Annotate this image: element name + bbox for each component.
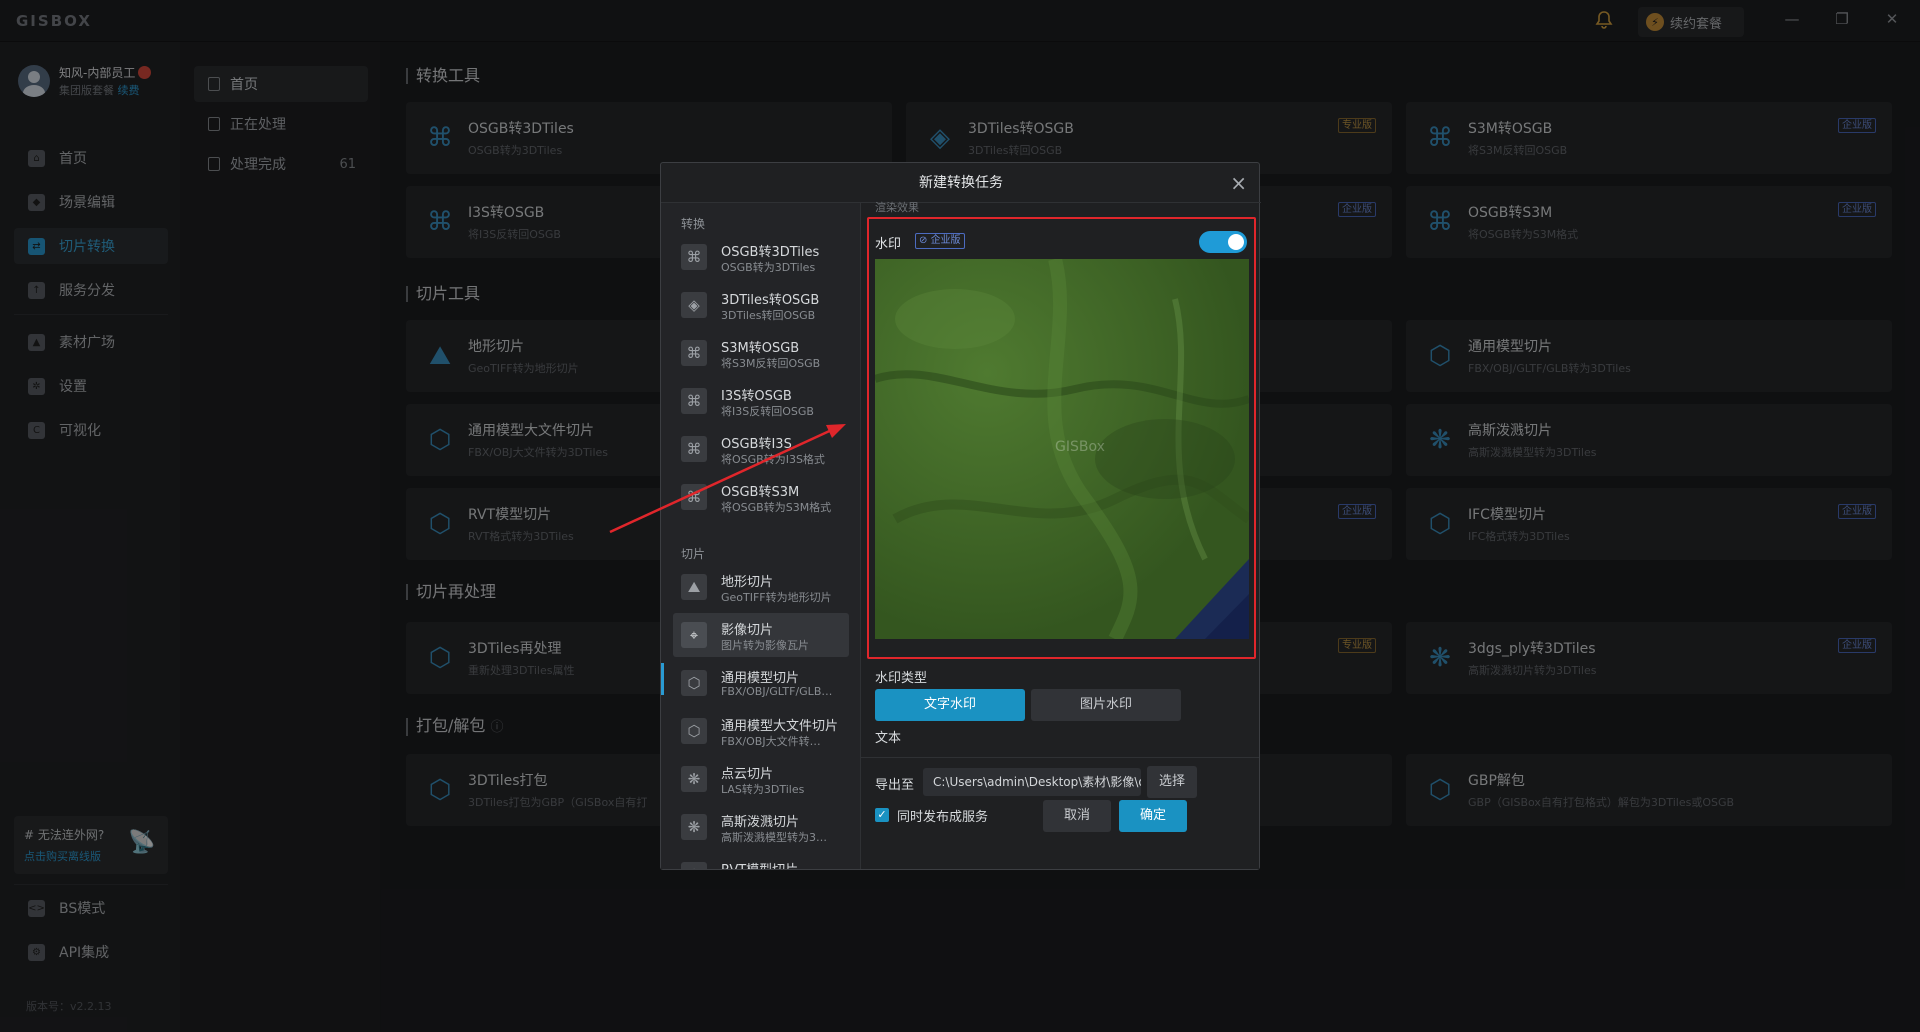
list-item-title: I3S转OSGB (721, 389, 792, 404)
list-item-sub: 将OSGB转为I3S格式 (721, 453, 825, 466)
cancel-button[interactable]: 取消 (1043, 800, 1111, 832)
new-task-dialog: 新建转换任务 × 转换 ⌘ OSGB转3DTiles OSGB转为3DTiles ◈… (660, 162, 1261, 870)
box-icon: ⬡ (681, 862, 707, 869)
list-item-title: 高斯泼溅切片 (721, 815, 800, 830)
list-item[interactable]: ⌘ I3S转OSGB 将I3S反转回OSGB (673, 379, 849, 423)
watermark-preview-image: GISBox (875, 259, 1249, 639)
watermark-label: 水印 (875, 237, 902, 252)
list-item-sub: 图片转为影像瓦片 (721, 639, 809, 652)
list-item[interactable]: ⌘ OSGB转3DTiles OSGB转为3DTiles (673, 235, 849, 279)
list-item[interactable]: ⬡ RVT模型切片 (673, 853, 849, 869)
list-item-title: 点云切片 (721, 767, 774, 782)
list-item[interactable]: ❋ 点云切片 LAS转为3DTiles (673, 757, 849, 801)
export-footer: 导出至 C:\Users\admin\Desktop\素材\影像\out… 选择… (861, 757, 1259, 869)
list-item-title: 影像切片 (721, 623, 774, 638)
group-label-slice: 切片 (681, 547, 706, 561)
dialog-title: 新建转换任务 (661, 163, 1261, 203)
text-field-label: 文本 (875, 731, 902, 746)
list-item-sub: OSGB转为3DTiles (721, 261, 816, 274)
confirm-button[interactable]: 确定 (1119, 800, 1187, 832)
satellite-icon: ⌖ (681, 622, 707, 648)
point-cloud-icon: ❋ (681, 766, 707, 792)
enterprise-badge: ⊘ 企业版 (915, 233, 965, 249)
list-item-title: 3DTiles转OSGB (721, 293, 820, 308)
list-item[interactable]: ⌘ S3M转OSGB 将S3M反转回OSGB (673, 331, 849, 375)
list-item-sub: GeoTIFF转为地形切片 (721, 591, 832, 604)
list-item[interactable]: ⬡ 通用模型切片 FBX/OBJ/GLTF/GLB… (673, 661, 849, 705)
list-item-title: OSGB转I3S (721, 437, 792, 452)
list-item-sub: 高斯泼溅模型转为3… (721, 831, 827, 844)
list-item[interactable]: ⌘ OSGB转S3M 将OSGB转为S3M格式 (673, 475, 849, 519)
terrain-icon: ⛰ (681, 574, 707, 600)
export-label: 导出至 (875, 778, 915, 793)
select-path-button[interactable]: 选择 (1147, 766, 1197, 798)
list-item[interactable]: ⬡ 通用模型大文件切片 FBX/OBJ大文件转… (673, 709, 849, 753)
render-label: 渲染效果 (875, 201, 919, 214)
task-type-list: 转换 ⌘ OSGB转3DTiles OSGB转为3DTiles ◈ 3DTiles转O… (661, 203, 861, 869)
list-item-sub: FBX/OBJ/GLTF/GLB… (721, 685, 833, 698)
list-item-sub: 将OSGB转为S3M格式 (721, 501, 832, 514)
list-item-title: RVT模型切片 (721, 859, 798, 869)
wm-type-label: 水印类型 (875, 671, 928, 686)
text-watermark-button[interactable]: 文字水印 (875, 689, 1025, 721)
list-item-title: OSGB转3DTiles (721, 245, 820, 260)
list-item-title: S3M转OSGB (721, 341, 800, 356)
list-item[interactable]: ◈ 3DTiles转OSGB 3DTiles转回OSGB (673, 283, 849, 327)
list-item-sub: FBX/OBJ大文件转… (721, 735, 821, 748)
list-item[interactable]: ❋ 高斯泼溅切片 高斯泼溅模型转为3… (673, 805, 849, 849)
list-item-title: 通用模型大文件切片 (721, 719, 839, 734)
image-watermark-button[interactable]: 图片水印 (1031, 689, 1181, 721)
box-icon: ⬡ (681, 718, 707, 744)
list-item[interactable]: ⛰ 地形切片 GeoTIFF转为地形切片 (673, 565, 849, 609)
group-label-convert: 转换 (681, 217, 706, 231)
convert-tool-icon: ⌘ (681, 388, 707, 414)
list-item-sub: 3DTiles转回OSGB (721, 309, 816, 322)
list-item[interactable]: ⌘ OSGB转I3S 将OSGB转为I3S格式 (673, 427, 849, 471)
box-icon: ⬡ (681, 670, 707, 696)
convert-tool-icon: ⌘ (681, 436, 707, 462)
dialog-form: 渲染效果 水印 ⊘ 企业版 GISBox 水印类型 文字水印 图片水印 文本 导… (861, 201, 1259, 869)
convert-tool-icon: ⌘ (681, 244, 707, 270)
publish-label: 同时发布成服务 (897, 810, 989, 825)
close-icon[interactable]: × (1230, 171, 1247, 195)
watermark-tag-text: 企业版 (930, 235, 961, 246)
gaussian-icon: ❋ (681, 814, 707, 840)
list-item-sub: 将S3M反转回OSGB (721, 357, 821, 370)
convert-tool-icon: ⌘ (681, 340, 707, 366)
list-item-title: OSGB转S3M (721, 485, 800, 500)
active-indicator (661, 663, 664, 695)
list-item-image-slice[interactable]: ⌖ 影像切片 图片转为影像瓦片 (673, 613, 849, 657)
publish-checkbox[interactable]: ✓ (875, 808, 889, 822)
export-path-input[interactable]: C:\Users\admin\Desktop\素材\影像\out… (923, 768, 1141, 796)
convert-tool-icon: ◈ (681, 292, 707, 318)
list-item-sub: 将I3S反转回OSGB (721, 405, 814, 418)
list-item-title: 通用模型切片 (721, 671, 800, 686)
watermark-toggle[interactable] (1199, 231, 1247, 253)
convert-tool-icon: ⌘ (681, 484, 707, 510)
list-item-title: 地形切片 (721, 575, 774, 590)
list-item-sub: LAS转为3DTiles (721, 783, 805, 796)
watermark-preview-text: GISBox (1055, 439, 1105, 455)
